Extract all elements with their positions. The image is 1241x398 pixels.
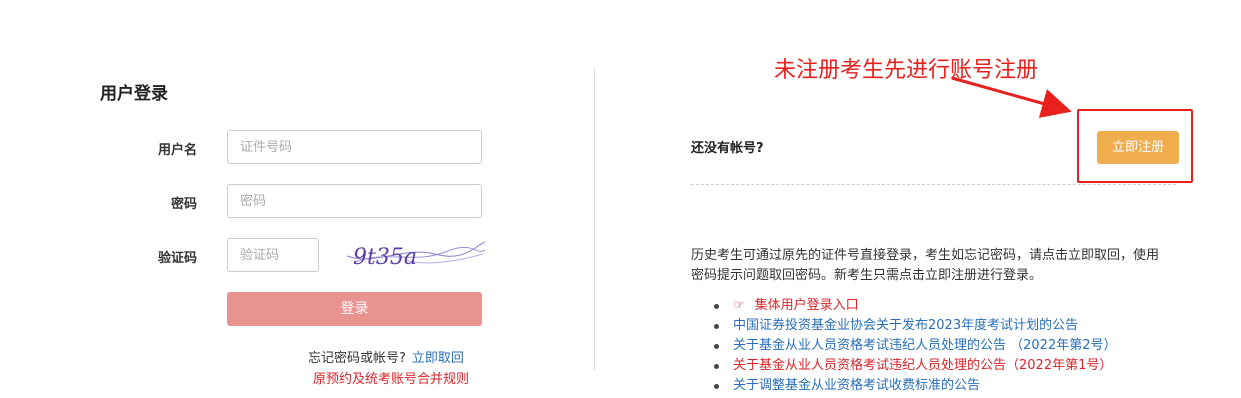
info-text: 历史考生可通过原先的证件号直接登录，考生如忘记密码，请点击立即取回，使用密码提示… — [691, 248, 1160, 283]
bullet-icon — [714, 384, 719, 389]
forgot-text: 忘记密码或帐号? — [308, 351, 406, 366]
annotation-arrow — [951, 76, 1072, 118]
notice-list: ☞ 集体用户登录入口 中国证券投资基金业协会关于发布2023年度考试计划的公告 关… — [709, 296, 1117, 396]
bullet-icon — [714, 324, 719, 329]
bullet-icon — [714, 304, 719, 309]
username-label: 用户名 — [157, 143, 197, 158]
captcha-image[interactable]: 9t35a — [345, 236, 485, 272]
notice-item[interactable]: 关于基金从业人员资格考试违纪人员处理的公告 （2022年第2号） — [709, 336, 1117, 356]
login-title: 用户登录 — [100, 84, 168, 104]
notice-link[interactable]: 关于基金从业人员资格考试违纪人员处理的公告 （2022年第2号） — [733, 338, 1117, 353]
notice-item[interactable]: 中国证券投资基金业协会关于发布2023年度考试计划的公告 — [709, 316, 1117, 336]
merge-rule-link[interactable]: 原预约及统考账号合并规则 — [313, 368, 469, 387]
notice-item[interactable]: 关于基金从业人员资格考试违纪人员处理的公告（2022年第1号） — [709, 356, 1117, 376]
notice-link[interactable]: 关于调整基金从业资格考试收费标准的公告 — [733, 378, 980, 393]
password-label: 密码 — [170, 197, 197, 212]
notice-item[interactable]: 关于调整基金从业资格考试收费标准的公告 — [709, 376, 1117, 396]
notice-link[interactable]: 关于基金从业人员资格考试违纪人员处理的公告（2022年第1号） — [733, 358, 1112, 373]
username-input[interactable] — [227, 130, 482, 164]
captcha-label: 验证码 — [157, 251, 197, 266]
password-input[interactable] — [227, 184, 482, 218]
vertical-divider — [594, 68, 595, 370]
login-button[interactable]: 登录 — [227, 292, 482, 326]
forgot-row: 忘记密码或帐号? 立即取回 — [308, 347, 464, 366]
captcha-text: 9t35a — [353, 245, 417, 270]
bullet-icon — [714, 344, 719, 349]
no-account-text: 还没有帐号? — [691, 141, 764, 156]
hand-pointer-icon: ☞ — [733, 298, 745, 313]
notice-link[interactable]: 中国证券投资基金业协会关于发布2023年度考试计划的公告 — [733, 318, 1078, 333]
captcha-input[interactable] — [227, 238, 319, 272]
notice-item[interactable]: ☞ 集体用户登录入口 — [709, 296, 1117, 316]
retrieve-link[interactable]: 立即取回 — [412, 351, 464, 366]
notice-link[interactable]: 集体用户登录入口 — [755, 298, 859, 313]
register-button[interactable]: 立即注册 — [1097, 131, 1179, 164]
dashed-divider — [691, 184, 1176, 185]
bullet-icon — [714, 364, 719, 369]
